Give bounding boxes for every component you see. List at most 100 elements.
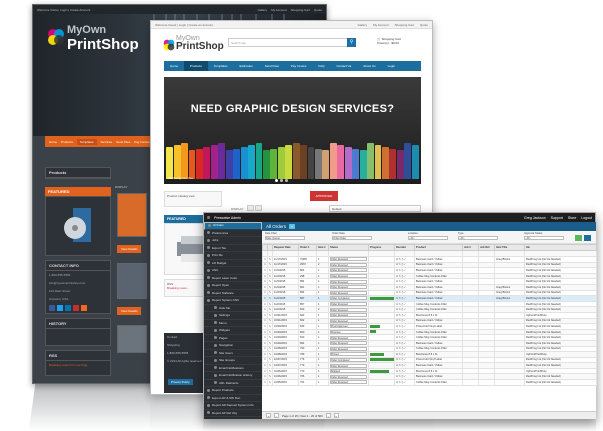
- table-row[interactable]: □ ✎ 10/25/2015 761 1 Order Received ✉↻⎙✓ Coffee…: [262, 379, 597, 386]
- mid-link-gallery[interactable]: Gallery: [358, 23, 368, 27]
- prev-page-icon[interactable]: ‹: [274, 413, 279, 418]
- status-select[interactable]: Order Received: [330, 346, 367, 351]
- action-icons[interactable]: ✉↻⎙✓: [396, 258, 407, 261]
- action-icons[interactable]: ✉↻⎙✓: [396, 308, 407, 311]
- export-button[interactable]: [575, 235, 582, 241]
- back-link-gallery[interactable]: Gallery: [258, 8, 268, 12]
- status-select[interactable]: Order Received: [330, 290, 367, 295]
- mid-nav-login[interactable]: Login: [382, 64, 401, 68]
- action-icons[interactable]: ✉↻⎙✓: [396, 370, 407, 373]
- sidebar-item[interactable]: Report AP Ref Org: [204, 410, 262, 417]
- status-select[interactable]: Printed: [330, 352, 367, 357]
- status-select[interactable]: Order Received: [330, 302, 367, 306]
- sidebar-item[interactable]: Site Users: [204, 350, 262, 357]
- next-page-icon[interactable]: ›: [325, 413, 331, 418]
- sidebar-item[interactable]: Hide Me: [204, 305, 262, 312]
- sidebar-item[interactable]: ANC: [204, 267, 262, 275]
- status-select[interactable]: Order Received: [330, 257, 367, 262]
- rss-icon[interactable]: [81, 305, 87, 311]
- action-icons[interactable]: ✉↻⎙✓: [396, 381, 407, 384]
- status-select[interactable]: Order Received: [330, 268, 367, 273]
- mid-nav-about[interactable]: About Us: [357, 64, 381, 68]
- filter-select[interactable]: - All -: [408, 236, 448, 240]
- status-select[interactable]: Order Received: [330, 279, 367, 284]
- mid-sort-select[interactable]: Default: [329, 205, 421, 212]
- status-select[interactable]: Shipped: [330, 369, 367, 374]
- mid-cart[interactable]: 🛒 Shopping Cart 0 item(s) - $0.00: [377, 37, 401, 45]
- status-select[interactable]: Order Received: [330, 374, 367, 379]
- search-button[interactable]: [584, 235, 591, 241]
- status-select[interactable]: Order Received: [330, 363, 367, 368]
- action-icons[interactable]: ✉↻⎙✓: [396, 297, 407, 300]
- action-icons[interactable]: ✉↻⎙✓: [396, 336, 407, 339]
- sidebar-item[interactable]: URL Redirects: [204, 380, 262, 387]
- sidebar-item[interactable]: Pages: [204, 335, 262, 342]
- grid-view-icon[interactable]: [247, 205, 254, 211]
- status-select[interactable]: Order Received: [330, 274, 367, 278]
- back-nav-send-files[interactable]: Send Files: [116, 140, 130, 144]
- back-product-thumb[interactable]: [117, 325, 147, 353]
- sidebar-item[interactable]: Report AR Deposit System Info: [204, 402, 262, 410]
- back-nav-services[interactable]: Services: [101, 140, 113, 144]
- sidebar-item[interactable]: Navigation: [204, 342, 262, 350]
- cd-product-image[interactable]: [63, 206, 93, 246]
- mid-nav-faq[interactable]: FAQ: [312, 64, 330, 68]
- carousel-dot[interactable]: [285, 179, 288, 182]
- admin-user-name[interactable]: Greg Jackson: [524, 216, 546, 220]
- last-page-icon[interactable]: »: [333, 413, 339, 418]
- sidebar-item[interactable]: Report Products: [204, 387, 262, 395]
- sidebar-item[interactable]: Jobs: [204, 237, 262, 245]
- cell-order[interactable]: 761: [298, 379, 317, 386]
- sidebar-item[interactable]: Report Software: [204, 290, 262, 297]
- mid-nav-templates[interactable]: Templates: [208, 64, 234, 68]
- mid-logo[interactable]: MyOwn PrintShop: [163, 35, 225, 55]
- action-icons[interactable]: ✉↻⎙✓: [396, 319, 407, 322]
- back-products-title[interactable]: Products: [46, 168, 110, 178]
- privacy-policy-button[interactable]: Privacy Policy: [168, 379, 193, 385]
- sidebar-item[interactable]: Widgets: [204, 327, 262, 335]
- mid-link-account[interactable]: My Account: [373, 23, 389, 27]
- filter-select[interactable]: - All -: [524, 236, 564, 240]
- action-icons[interactable]: ✉↻⎙✓: [396, 291, 407, 294]
- back-rss-text[interactable]: Breaking news from our blog: [46, 361, 110, 369]
- mid-link-quote[interactable]: Quote: [420, 23, 428, 27]
- action-icons[interactable]: ✉↻⎙✓: [396, 275, 407, 278]
- status-select[interactable]: Proof Approved: [330, 324, 367, 329]
- action-icons[interactable]: ✉↻⎙✓: [396, 375, 407, 378]
- back-nav-products[interactable]: Products: [61, 140, 73, 144]
- status-select[interactable]: Order Completed: [330, 358, 367, 362]
- sidebar-item[interactable]: Email Notifications: [204, 365, 262, 372]
- action-icons[interactable]: ✉↻⎙✓: [396, 269, 407, 272]
- action-icons[interactable]: ✉↻⎙✓: [396, 347, 407, 350]
- admin-logout-link[interactable]: Logout: [581, 216, 592, 220]
- status-select[interactable]: Order Received: [330, 341, 367, 346]
- mid-nav-contact[interactable]: Contact Us: [330, 64, 357, 68]
- sidebar-item[interactable]: Lift Budget: [204, 260, 262, 267]
- add-order-button[interactable]: +: [289, 224, 296, 229]
- action-icons[interactable]: ✉↻⎙✓: [396, 358, 407, 361]
- filter-select[interactable]: - All -: [458, 236, 498, 240]
- filter-select[interactable]: Order Date: [332, 236, 372, 240]
- list-view-icon[interactable]: [255, 205, 262, 211]
- facebook-icon[interactable]: [49, 305, 55, 311]
- admin-store-link[interactable]: Store: [568, 216, 576, 220]
- sidebar-item[interactable]: Export Tax: [204, 245, 262, 252]
- menu-icon[interactable]: ☰: [207, 216, 210, 220]
- magnifier-icon[interactable]: ⚲: [347, 38, 356, 47]
- back-nav-pay[interactable]: Pay Invoice: [134, 140, 150, 144]
- youtube-icon[interactable]: [73, 305, 79, 311]
- sidebar-item[interactable]: Report System CNC: [204, 297, 262, 305]
- action-icons[interactable]: ✉↻⎙✓: [396, 286, 407, 289]
- status-select[interactable]: Order Received: [330, 313, 367, 318]
- action-icons[interactable]: ✉↻⎙✓: [396, 331, 407, 334]
- sidebar-item[interactable]: Settings: [204, 312, 262, 320]
- back-link-quote[interactable]: Quote: [314, 8, 322, 12]
- sidebar-item[interactable]: Report Open: [204, 282, 262, 290]
- action-icons[interactable]: ✉↻⎙✓: [396, 280, 407, 283]
- mid-nav-home[interactable]: Home: [164, 64, 184, 68]
- carousel-dot[interactable]: [280, 179, 283, 182]
- status-select[interactable]: Order Received: [330, 335, 367, 340]
- back-product-thumb[interactable]: [117, 263, 147, 299]
- mid-nav-send-files[interactable]: Send Files: [259, 64, 285, 68]
- action-icons[interactable]: ✉↻⎙✓: [396, 342, 407, 345]
